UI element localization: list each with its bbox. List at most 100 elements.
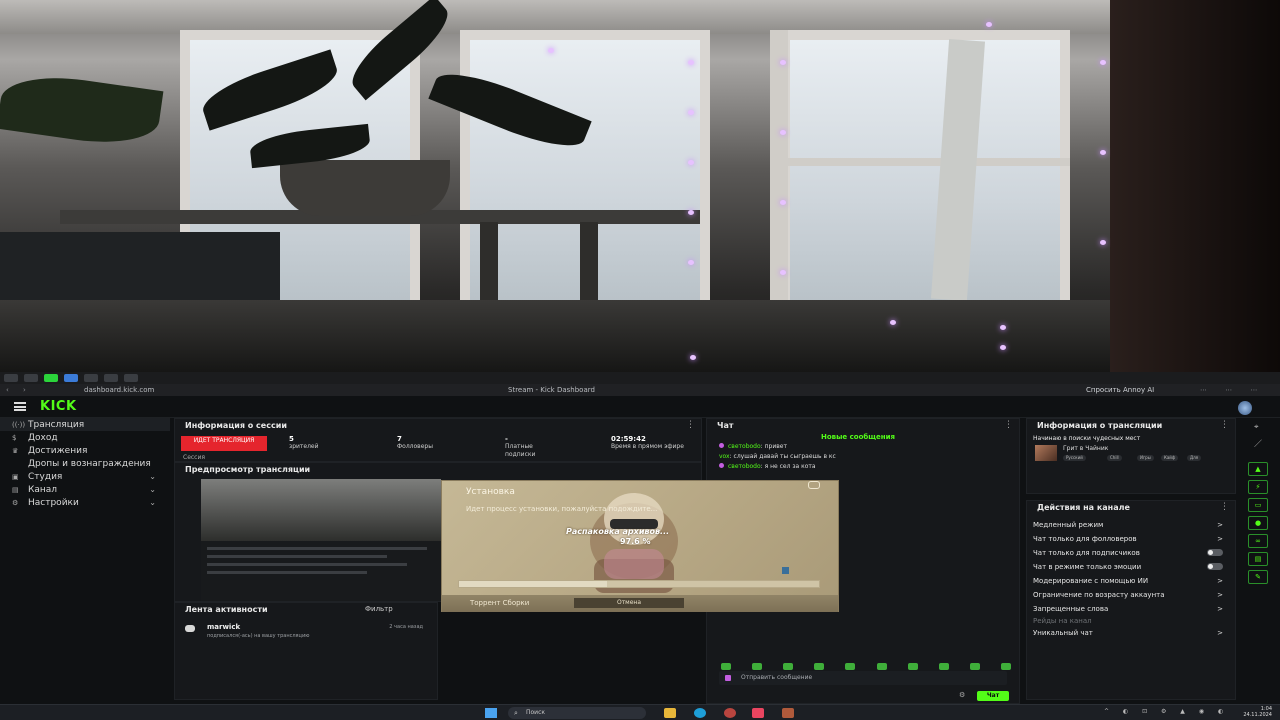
url-field[interactable]: dashboard.kick.com <box>84 384 154 396</box>
curtain <box>1110 0 1280 372</box>
action-slow-mode[interactable]: Медленный режим > <box>1033 521 1231 529</box>
action-raids: Рейды на канал <box>1033 617 1231 625</box>
copilot-button[interactable]: Спросить Annoy AI <box>1086 384 1154 396</box>
edge-icon[interactable] <box>694 708 706 718</box>
led-light <box>890 320 896 325</box>
emote-icon[interactable] <box>907 663 918 670</box>
sidebar-item-drops[interactable]: Дропы и вознаграждения <box>0 457 170 470</box>
tab-icon[interactable] <box>84 374 98 382</box>
sidebar-item-studio[interactable]: ▣ Студия ⌄ <box>0 470 170 483</box>
tab-icon[interactable] <box>24 374 38 382</box>
taskbar-search[interactable]: ⌕ Поиск <box>508 707 646 719</box>
cancel-button[interactable]: Отмена <box>574 598 684 608</box>
action-subscribers-only: Чат только для подписчиков <box>1033 549 1231 557</box>
action-ai-moderation[interactable]: Модерирование с помощью ИИ > <box>1033 577 1231 585</box>
chat-username[interactable]: светоbodo <box>728 463 761 470</box>
emote-icon[interactable] <box>783 663 794 670</box>
emote-only-toggle[interactable] <box>1207 563 1223 570</box>
chat-username[interactable]: vox <box>719 453 730 460</box>
send-chat-button[interactable]: Чат <box>977 691 1009 701</box>
more-icon[interactable]: ⋮ <box>1220 502 1229 512</box>
action-banned-words[interactable]: Запрещенные слова > <box>1033 605 1231 613</box>
led-light <box>986 22 992 27</box>
dialog-footer: Торрент Сборки Отмена <box>442 595 838 612</box>
more-icon[interactable]: ⋮ <box>1220 420 1229 430</box>
emote-icon[interactable] <box>721 663 731 670</box>
close-icon[interactable] <box>808 481 820 489</box>
dashboard-header: KICK <box>0 396 1280 418</box>
tab-kick[interactable] <box>44 374 58 382</box>
dialog-message: Идет процесс установки, пожалуйста подож… <box>466 505 658 513</box>
emote-icon[interactable] <box>1000 663 1011 670</box>
stat-value: 02:59:42 <box>611 435 646 443</box>
rail-tool-button[interactable]: ▤ <box>1248 552 1268 566</box>
stream-title: Начинаю в поиски чудесных мест <box>1033 435 1141 442</box>
chat-username[interactable]: светоbodo <box>728 443 761 450</box>
emote-icon[interactable] <box>876 663 887 670</box>
windows-start-icon[interactable] <box>485 708 497 718</box>
category-name[interactable]: Грит в Чайник <box>1063 445 1108 452</box>
subscribers-only-toggle[interactable] <box>1207 549 1223 556</box>
rail-tool-button[interactable]: ▭ <box>1248 498 1268 512</box>
rail-tool-button[interactable]: ▲ <box>1248 462 1268 476</box>
sidebar-item-achievements[interactable]: ♛ Достижения <box>0 444 170 457</box>
sidebar-item-label: Доход <box>28 432 58 443</box>
taskbar-clock[interactable]: 1:04 24.11.2024 <box>1236 706 1272 718</box>
rail-tool-button[interactable]: ✎ <box>1248 570 1268 584</box>
tab-icon[interactable] <box>104 374 118 382</box>
rail-tool-button[interactable]: ● <box>1248 516 1268 530</box>
filter-button[interactable]: Фильтр <box>365 605 393 613</box>
chevron-right-icon: > <box>1217 577 1223 585</box>
sidebar-item-label: Трансляция <box>28 419 85 430</box>
torrent-link[interactable]: Торрент Сборки <box>470 599 529 607</box>
action-followers-only[interactable]: Чат только для фолловеров > <box>1033 535 1231 543</box>
follower-name[interactable]: marwick <box>207 623 240 631</box>
stream-preview-video[interactable] <box>201 479 441 601</box>
emoji-picker-icon[interactable] <box>725 675 731 681</box>
emote-icon[interactable] <box>752 663 763 670</box>
rail-tool-button[interactable]: ∞ <box>1248 534 1268 548</box>
emote-icon[interactable] <box>814 663 825 670</box>
more-icon[interactable]: ⋮ <box>686 420 695 430</box>
action-label: Рейды на канал <box>1033 617 1092 625</box>
file-explorer-icon[interactable] <box>664 708 676 718</box>
channel-actions-panel: Действия на канале ⋮ Медленный режим > Ча… <box>1026 500 1236 700</box>
sidebar-item-broadcast[interactable]: ((·)) Трансляция <box>0 418 170 431</box>
tab-icon[interactable] <box>4 374 18 382</box>
chat-input[interactable]: Отправить сообщение <box>719 671 1007 685</box>
browser-controls-icon[interactable]: ⋯ ⋯ ⋯ <box>1200 384 1265 396</box>
new-tab-button[interactable] <box>124 374 138 382</box>
avatar[interactable] <box>1238 401 1252 415</box>
rail-tool-button[interactable]: ⚡ <box>1248 480 1268 494</box>
menu-icon[interactable] <box>14 402 26 411</box>
app-icon[interactable] <box>752 708 764 718</box>
stat-label: Платные подписки <box>505 443 536 458</box>
action-label: Медленный режим <box>1033 521 1104 529</box>
sidebar-item-channel[interactable]: ▤ Канал ⌄ <box>0 483 170 496</box>
emote-icon[interactable] <box>845 663 856 670</box>
edit-icon[interactable]: ／ <box>1254 438 1262 449</box>
system-tray[interactable]: ^ ◐ ⊡ ⚙ ▲ ◉ ◐ <box>1104 708 1229 715</box>
action-unique-chat[interactable]: Уникальный чат > <box>1033 629 1231 637</box>
emote-icon[interactable] <box>938 663 949 670</box>
led-light <box>688 210 694 215</box>
install-status: Распаковка архивов... <box>566 527 670 536</box>
stat-subscriptions: - Платные подписки <box>505 435 565 459</box>
emote-icon[interactable] <box>969 663 980 670</box>
app-icon[interactable] <box>724 708 736 718</box>
sidebar-item-revenue[interactable]: $ Доход <box>0 431 170 444</box>
app-icon[interactable] <box>782 708 794 718</box>
tab-icon[interactable] <box>64 374 78 382</box>
sidebar-item-settings[interactable]: ⚙ Настройки ⌄ <box>0 496 170 509</box>
panel-title: Лента активности <box>185 605 268 614</box>
new-messages-banner[interactable]: Новые сообщения <box>821 433 895 441</box>
gear-icon[interactable]: ⚙ <box>959 691 965 699</box>
action-account-age[interactable]: Ограничение по возрасту аккаунта > <box>1033 591 1231 599</box>
sidebar-item-label: Студия <box>28 471 63 482</box>
pin-icon[interactable]: ⌖ <box>1254 422 1259 432</box>
window-sill <box>0 300 1280 372</box>
chevron-right-icon: > <box>1217 535 1223 543</box>
more-icon[interactable]: ⋮ <box>1004 420 1013 430</box>
kick-logo[interactable]: KICK <box>40 399 77 414</box>
back-forward-icon[interactable]: ‹ › <box>6 384 32 396</box>
